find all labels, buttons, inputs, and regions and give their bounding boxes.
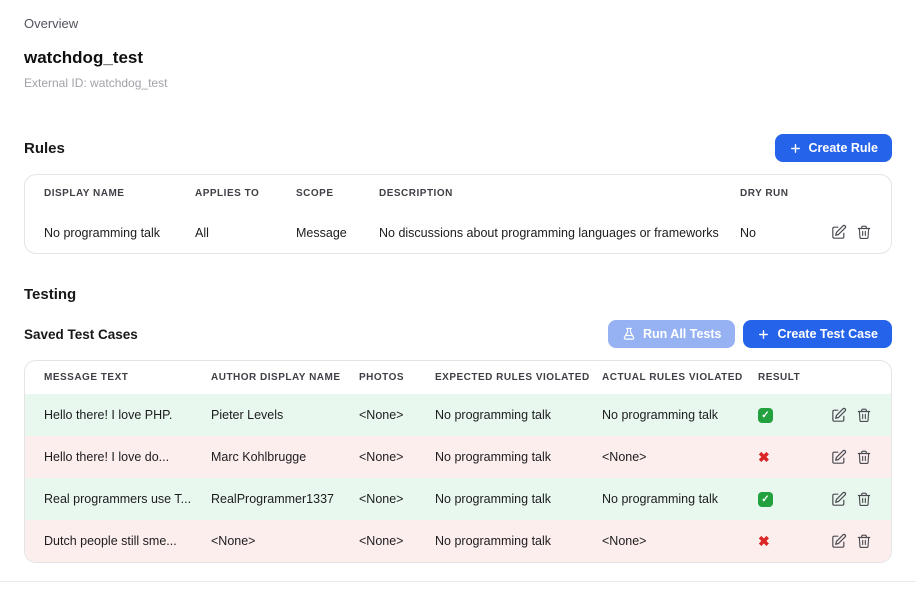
- test-actual-rules: No programming talk: [602, 492, 719, 506]
- column-header-actual-rules-violated: Actual Rules Violated: [602, 372, 743, 383]
- test-result: [758, 407, 818, 423]
- column-header-result: Result: [758, 372, 801, 383]
- edit-icon: [830, 491, 847, 508]
- page-bottom-divider: [0, 581, 916, 582]
- column-header-photos: Photos: [359, 372, 405, 383]
- edit-icon: [830, 224, 847, 241]
- edit-test-case-button[interactable]: [830, 449, 847, 466]
- test-message-text: Real programmers use T...: [44, 492, 192, 506]
- create-test-case-button-label: Create Test Case: [777, 327, 878, 341]
- rules-heading: Rules: [24, 139, 65, 157]
- edit-test-case-button[interactable]: [830, 533, 847, 550]
- edit-rule-button[interactable]: [830, 224, 847, 241]
- edit-test-case-button[interactable]: [830, 407, 847, 424]
- test-cases-table-header: Message Text Author Display Name Photos …: [25, 361, 891, 394]
- rules-table: Display Name Applies To Scope Descriptio…: [24, 174, 892, 254]
- edit-icon: [830, 407, 847, 424]
- delete-test-case-button[interactable]: [856, 491, 872, 508]
- rule-actions: [828, 224, 872, 241]
- rule-dry-run: No: [740, 225, 756, 240]
- rules-table-header: Display Name Applies To Scope Descriptio…: [25, 175, 891, 212]
- create-rule-button[interactable]: Create Rule: [774, 134, 892, 162]
- test-cases-table: Message Text Author Display Name Photos …: [24, 360, 892, 563]
- test-author: RealProgrammer1337: [211, 492, 334, 506]
- column-header-expected-rules-violated: Expected Rules Violated: [435, 372, 590, 383]
- test-author: <None>: [211, 534, 256, 548]
- saved-test-cases-label: Saved Test Cases: [24, 326, 138, 342]
- delete-test-case-button[interactable]: [856, 449, 872, 466]
- test-expected-rules: No programming talk: [435, 450, 552, 464]
- test-actions: [818, 491, 872, 508]
- column-header-applies-to: Applies To: [195, 188, 260, 199]
- test-author: Marc Kohlbrugge: [211, 450, 307, 464]
- test-photos: <None>: [359, 450, 404, 464]
- test-actual-rules: <None>: [602, 534, 647, 548]
- delete-test-case-button[interactable]: [856, 533, 872, 550]
- trash-icon: [856, 407, 872, 424]
- edit-icon: [830, 449, 847, 466]
- column-header-message-text: Message Text: [44, 372, 129, 383]
- test-actual-rules: <None>: [602, 450, 647, 464]
- test-actions: [818, 407, 872, 424]
- test-case-row: Hello there! I love PHP. Pieter Levels <…: [25, 394, 891, 436]
- run-all-tests-button-label: Run All Tests: [643, 327, 722, 341]
- testing-heading: Testing: [24, 286, 77, 303]
- rule-scope: Message: [296, 225, 347, 240]
- test-actions: [818, 533, 872, 550]
- column-header-description: Description: [379, 188, 453, 199]
- test-photos: <None>: [359, 408, 404, 422]
- test-message-text: Hello there! I love PHP.: [44, 408, 173, 422]
- external-id-label: External ID: watchdog_test: [24, 76, 168, 90]
- plus-icon: [789, 142, 802, 155]
- delete-test-case-button[interactable]: [856, 407, 872, 424]
- rules-section-header: Rules Create Rule: [24, 134, 892, 162]
- test-case-row: Real programmers use T... RealProgrammer…: [25, 478, 891, 520]
- create-rule-button-label: Create Rule: [808, 141, 878, 155]
- test-author: Pieter Levels: [211, 408, 284, 422]
- page-title: watchdog_test: [24, 48, 144, 67]
- saved-test-cases-header: Saved Test Cases Run All Tests Create Te…: [24, 320, 892, 348]
- rule-description: No discussions about programming languag…: [379, 225, 719, 240]
- result-pass-icon: [758, 491, 773, 507]
- trash-icon: [856, 491, 872, 508]
- result-fail-icon: [758, 449, 770, 466]
- rule-applies-to: All: [195, 225, 209, 240]
- result-fail-icon: [758, 533, 770, 550]
- run-all-tests-button[interactable]: Run All Tests: [608, 320, 736, 348]
- test-result: [758, 491, 818, 507]
- create-test-case-button[interactable]: Create Test Case: [743, 320, 892, 348]
- test-photos: <None>: [359, 492, 404, 506]
- test-actions: [818, 449, 872, 466]
- test-case-row: Dutch people still sme... <None> <None> …: [25, 520, 891, 562]
- rule-row: No programming talk All Message No discu…: [25, 212, 891, 253]
- column-header-author-display-name: Author Display Name: [211, 372, 341, 383]
- test-result: [758, 533, 818, 550]
- trash-icon: [856, 533, 872, 550]
- test-expected-rules: No programming talk: [435, 408, 552, 422]
- result-pass-icon: [758, 407, 773, 423]
- rule-display-name: No programming talk: [44, 225, 161, 240]
- page: Overview watchdog_test External ID: watc…: [0, 0, 916, 582]
- test-message-text: Dutch people still sme...: [44, 534, 177, 548]
- delete-rule-button[interactable]: [856, 224, 872, 241]
- test-expected-rules: No programming talk: [435, 492, 552, 506]
- test-result: [758, 449, 818, 466]
- column-header-dry-run: Dry Run: [740, 188, 789, 199]
- trash-icon: [856, 224, 872, 241]
- test-case-row: Hello there! I love do... Marc Kohlbrugg…: [25, 436, 891, 478]
- test-photos: <None>: [359, 534, 404, 548]
- column-header-scope: Scope: [296, 188, 334, 199]
- test-actual-rules: No programming talk: [602, 408, 719, 422]
- testing-actions: Run All Tests Create Test Case: [608, 320, 892, 348]
- test-expected-rules: No programming talk: [435, 534, 552, 548]
- plus-icon: [757, 328, 770, 341]
- edit-icon: [830, 533, 847, 550]
- test-message-text: Hello there! I love do...: [44, 450, 170, 464]
- breadcrumb-overview-link[interactable]: Overview: [24, 16, 892, 31]
- edit-test-case-button[interactable]: [830, 491, 847, 508]
- column-header-display-name: Display Name: [44, 188, 125, 199]
- trash-icon: [856, 449, 872, 466]
- flask-icon: [622, 327, 636, 341]
